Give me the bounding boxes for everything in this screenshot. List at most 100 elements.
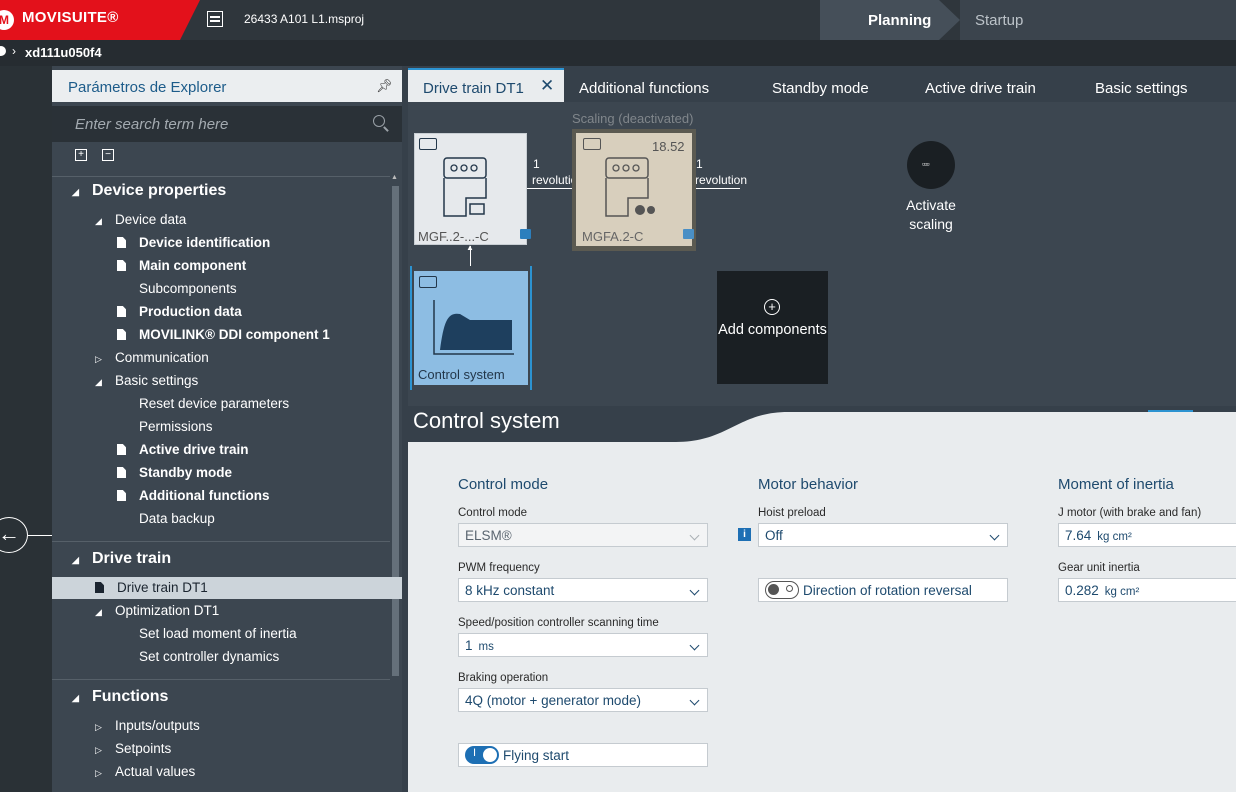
motor-component-label: MGF..2-...-C (418, 229, 489, 244)
scaling-icon: ▫▫▫ (922, 159, 930, 169)
tree-item-production-data[interactable]: Production data (117, 304, 242, 319)
activate-scaling-label[interactable]: Activate scaling (893, 196, 969, 234)
braking-operation-select[interactable]: 4Q (motor + generator mode) (458, 688, 708, 712)
control-mode-label: Control mode (458, 507, 528, 519)
device-name[interactable]: xd111u050f4 (25, 45, 102, 60)
tree-item-permissions[interactable]: Permissions (139, 419, 213, 434)
hoist-preload-select[interactable]: Off (758, 523, 1008, 547)
caret-down-icon: ◢ (95, 377, 102, 387)
mode-tab-planning-label[interactable]: Planning (868, 12, 931, 29)
caret-right-icon: ▷ (95, 745, 102, 755)
chevron-down-icon (689, 640, 700, 651)
panel-indicator (1148, 410, 1193, 412)
tree-item-inputs-outputs[interactable]: ▷ Inputs/outputs (95, 718, 200, 733)
motor-behavior-heading: Motor behavior (758, 476, 859, 493)
lock-icon (683, 229, 694, 239)
tab-active-drive-train[interactable]: Active drive train (925, 80, 1036, 97)
link-count-label: 1 (696, 157, 703, 171)
hoist-preload-label: Hoist preload (758, 507, 826, 519)
tree-item-reset-device-parameters[interactable]: Reset device parameters (139, 396, 289, 411)
tree-item-drive-train-dt1[interactable]: Drive train DT1 (95, 580, 208, 595)
document-icon (117, 237, 126, 248)
pwm-frequency-label: PWM frequency (458, 562, 540, 574)
lock-icon (520, 229, 531, 239)
tree-item-additional-functions[interactable]: Additional functions (117, 488, 270, 503)
mode-tab-startup-label[interactable]: Startup (975, 12, 1023, 29)
tree-item-subcomponents[interactable]: Subcomponents (139, 281, 237, 296)
tree-item-basic-settings[interactable]: ◢ Basic settings (95, 373, 198, 388)
tree-item-communication[interactable]: ▷ Communication (95, 350, 209, 365)
search-input[interactable] (62, 106, 372, 142)
pwm-frequency-select[interactable]: 8 kHz constant (458, 578, 708, 602)
tab-basic-settings[interactable]: Basic settings (1095, 80, 1188, 97)
tree-item-movilink-ddi[interactable]: MOVILINK® DDI component 1 (117, 327, 330, 342)
j-motor-label: J motor (with brake and fan) (1058, 507, 1202, 519)
tree-item-active-drive-train[interactable]: Active drive train (117, 442, 249, 457)
document-icon (95, 582, 104, 593)
section-divider (52, 541, 390, 542)
tab-standby-mode[interactable]: Standby mode (772, 80, 869, 97)
collapse-all-icon[interactable]: − (102, 149, 114, 161)
tree-item-setpoints[interactable]: ▷ Setpoints (95, 741, 171, 756)
flying-start-toggle[interactable]: I (465, 746, 499, 764)
caret-down-icon: ◢ (95, 216, 102, 226)
caret-right-icon: ▷ (95, 768, 102, 778)
document-icon (117, 306, 126, 317)
document-icon (117, 329, 126, 340)
moment-of-inertia-heading: Moment of inertia (1058, 476, 1174, 493)
gear-inertia-label: Gear unit inertia (1058, 562, 1140, 574)
tree-item-data-backup[interactable]: Data backup (139, 511, 215, 526)
tree-item-device-identification[interactable]: Device identification (117, 235, 270, 250)
tree-item-set-controller-dynamics[interactable]: Set controller dynamics (139, 649, 279, 664)
project-file-icon[interactable] (207, 11, 223, 27)
flying-start-toggle-field[interactable]: I Flying start (458, 743, 708, 767)
chevron-down-icon (689, 585, 700, 596)
tree-section-functions[interactable]: ◢ Functions (72, 688, 168, 706)
pin-icon[interactable]: 📌︎ (376, 78, 393, 94)
scanning-time-select[interactable]: 1 ms (458, 633, 708, 657)
chevron-down-icon (989, 530, 1000, 541)
link-count-label: 1 (533, 157, 540, 171)
direction-reversal-toggle[interactable] (765, 581, 799, 599)
tree-item-main-component[interactable]: Main component (117, 258, 246, 273)
close-icon[interactable]: ✕ (540, 76, 554, 96)
tab-drive-train-dt1-label[interactable]: Drive train DT1 (423, 80, 524, 97)
device-breadcrumb-bar (0, 40, 1236, 66)
document-icon (117, 490, 126, 501)
info-icon[interactable]: i (738, 528, 751, 541)
caret-down-icon: ◢ (95, 607, 102, 617)
explorer-scroll-thumb[interactable] (392, 186, 399, 676)
control-curve-icon (433, 300, 514, 355)
component-type-icon (419, 276, 437, 288)
section-divider (52, 679, 390, 680)
explorer-title: Parámetros de Explorer (68, 79, 227, 96)
activate-scaling-button[interactable] (907, 141, 955, 189)
section-divider (52, 176, 390, 177)
tree-item-actual-values[interactable]: ▷ Actual values (95, 764, 195, 779)
plus-circle-icon: + (764, 299, 780, 315)
search-icon[interactable] (373, 115, 385, 127)
tab-additional-functions[interactable]: Additional functions (579, 80, 709, 97)
rail-divider (28, 535, 52, 536)
tree-section-drive-train[interactable]: ◢ Drive train (72, 550, 171, 568)
left-rail (0, 66, 52, 792)
chevron-right-icon: › (12, 44, 16, 58)
tree-item-set-load-moment[interactable]: Set load moment of inertia (139, 626, 297, 641)
caret-right-icon: ▷ (95, 354, 102, 364)
component-type-icon (419, 138, 437, 150)
braking-operation-label: Braking operation (458, 672, 549, 684)
expand-all-icon[interactable]: + (75, 149, 87, 161)
gear-unit-component-label: MGFA.2-C (582, 229, 644, 244)
tree-item-standby-mode[interactable]: Standby mode (117, 465, 232, 480)
caret-right-icon: ▷ (95, 722, 102, 732)
add-components-label[interactable]: Add components (717, 321, 828, 340)
tree-section-device-properties[interactable]: ◢ Device properties (72, 182, 226, 200)
tree-item-optimization-dt1[interactable]: ◢ Optimization DT1 (95, 603, 219, 618)
connector-line (527, 188, 572, 189)
component-type-icon (583, 138, 601, 150)
tree-item-device-data[interactable]: ◢ Device data (95, 212, 186, 227)
direction-reversal-toggle-field[interactable]: Direction of rotation reversal (758, 578, 1008, 602)
scaling-status-label: Scaling (deactivated) (572, 111, 694, 126)
project-file-name: 26433 A101 L1.msproj (244, 12, 365, 26)
scroll-up-icon[interactable]: ▲ (391, 174, 398, 181)
